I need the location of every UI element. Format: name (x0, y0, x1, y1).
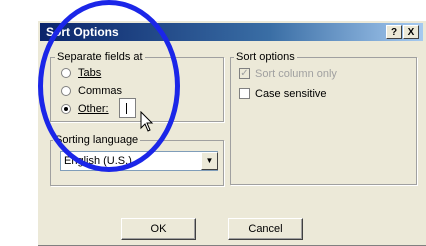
chevron-down-icon[interactable]: ▼ (201, 152, 218, 170)
separate-fields-group (50, 57, 224, 122)
window-title: Sort Options (46, 25, 119, 39)
sort-column-only-checkbox[interactable]: ✓ (239, 68, 250, 79)
mouse-cursor-icon (140, 111, 154, 132)
radio-commas[interactable] (61, 86, 71, 96)
separate-fields-title: Separate fields at (55, 51, 145, 63)
case-sensitive-checkbox[interactable] (239, 88, 250, 99)
radio-other[interactable] (61, 104, 71, 114)
ok-button[interactable]: OK (121, 218, 196, 240)
cancel-button[interactable]: Cancel (228, 218, 303, 240)
sorting-language-select[interactable]: English (U.S.) (60, 151, 218, 171)
radio-tabs[interactable] (61, 68, 71, 78)
case-sensitive-label[interactable]: Case sensitive (255, 88, 327, 100)
sort-column-only-label: Sort column only (255, 68, 337, 80)
close-button[interactable]: X (403, 25, 419, 39)
sorting-language-value: English (U.S.) (64, 155, 132, 167)
radio-commas-label[interactable]: Commas (78, 85, 122, 97)
sort-options-title: Sort options (234, 51, 297, 63)
sorting-language-title: Sorting language (53, 134, 141, 146)
text-caret (126, 103, 127, 114)
other-separator-input[interactable] (119, 98, 136, 118)
help-button[interactable]: ? (386, 25, 402, 39)
radio-other-label[interactable]: Other: (78, 103, 109, 115)
radio-tabs-label[interactable]: Tabs (78, 67, 101, 79)
